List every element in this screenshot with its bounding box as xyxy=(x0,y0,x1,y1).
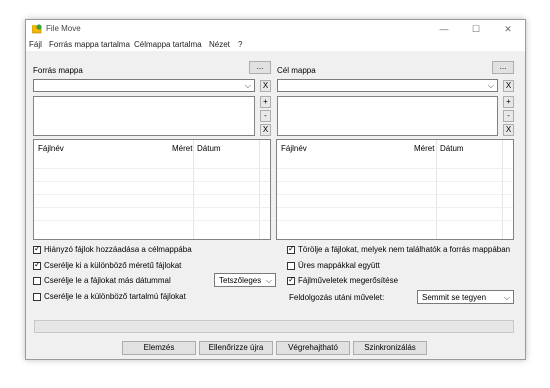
source-add-button[interactable]: + xyxy=(260,96,271,108)
sync-button[interactable]: Szinkronizálás xyxy=(353,341,427,355)
row-line xyxy=(34,181,270,182)
source-file-list[interactable]: Fájlnév Méret Dátum xyxy=(33,139,271,240)
target-column-name[interactable]: Fájlnév xyxy=(281,144,307,153)
menu-view[interactable]: Nézet xyxy=(209,40,230,49)
target-browse-button[interactable]: ... xyxy=(492,61,514,74)
target-folder-list[interactable] xyxy=(277,96,498,136)
date-mode-select[interactable]: Tetszőleges ⌵ xyxy=(214,273,276,287)
row-line xyxy=(277,207,513,208)
maximize-button[interactable]: ☐ xyxy=(464,22,488,36)
target-add-button[interactable]: + xyxy=(503,96,514,108)
target-path-combo[interactable]: ⌵ xyxy=(277,79,498,92)
target-column-size[interactable]: Méret xyxy=(414,144,434,153)
option-replace-different-date[interactable]: Cserélje le a fájlokat más dátummal xyxy=(33,276,171,285)
source-column-date[interactable]: Dátum xyxy=(197,144,221,153)
option-replace-different-content[interactable]: Cserélje le a különböző tartalmú fájloka… xyxy=(33,292,186,301)
chevron-down-icon: ⌵ xyxy=(244,81,251,90)
checkbox[interactable]: ✓ xyxy=(33,243,41,254)
option-label: Hiányzó fájlok hozzáadása a célmappába xyxy=(44,245,192,254)
target-column-date[interactable]: Dátum xyxy=(440,144,464,153)
checkbox[interactable]: ✓ xyxy=(287,243,295,254)
source-column-size[interactable]: Méret xyxy=(172,144,192,153)
option-add-missing-files[interactable]: ✓ Hiányzó fájlok hozzáadása a célmappába xyxy=(33,243,192,254)
checkbox[interactable]: ✓ xyxy=(33,259,41,270)
row-line xyxy=(34,220,270,221)
target-folder-label: Cél mappa xyxy=(277,66,316,75)
column-divider xyxy=(259,140,260,239)
row-line xyxy=(277,220,513,221)
file-move-window: File Move — ☐ ✕ Fájl Forrás mappa tartal… xyxy=(25,19,526,360)
option-replace-different-size[interactable]: ✓ Cserélje ki a különböző méretű fájloka… xyxy=(33,259,182,270)
option-label: Üres mappákkal együtt xyxy=(298,261,380,270)
target-file-list[interactable]: Fájlnév Méret Dátum xyxy=(276,139,514,240)
source-browse-button[interactable]: ... xyxy=(249,61,271,74)
option-label: Cserélje ki a különböző méretű fájlokat xyxy=(44,261,182,270)
option-include-empty-folders[interactable]: Üres mappákkal együtt xyxy=(287,261,380,270)
menu-help[interactable]: ? xyxy=(238,40,242,49)
chevron-down-icon: ⌵ xyxy=(265,276,272,285)
menu-bar: Fájl Forrás mappa tartalma Célmappa tart… xyxy=(26,38,525,51)
target-clear-path-button[interactable]: X xyxy=(503,80,514,92)
source-clear-path-button[interactable]: X xyxy=(260,80,271,92)
row-line xyxy=(277,181,513,182)
checkbox[interactable]: ✓ xyxy=(287,274,295,285)
option-label: Cserélje le a fájlokat más dátummal xyxy=(44,276,171,285)
check-icon: ✓ xyxy=(34,243,41,253)
checkbox[interactable] xyxy=(33,276,41,285)
source-clear-list-button[interactable]: X xyxy=(260,124,271,136)
title-bar: File Move — ☐ ✕ xyxy=(26,20,525,38)
source-folder-list[interactable] xyxy=(33,96,255,136)
column-divider xyxy=(436,140,437,239)
row-line xyxy=(34,207,270,208)
checkbox[interactable] xyxy=(33,292,41,301)
row-line xyxy=(34,168,270,169)
close-button[interactable]: ✕ xyxy=(496,22,520,36)
analyze-button[interactable]: Elemzés xyxy=(122,341,196,355)
minimize-button[interactable]: — xyxy=(432,22,456,36)
status-bar xyxy=(34,320,514,333)
option-confirm-file-operations[interactable]: ✓ Fájlműveletek megerősítése xyxy=(287,274,399,285)
menu-source-folder-content[interactable]: Forrás mappa tartalma xyxy=(49,40,130,49)
post-action-select[interactable]: Semmit se tegyen ⌵ xyxy=(417,290,514,304)
chevron-down-icon: ⌵ xyxy=(487,81,494,90)
recheck-button[interactable]: Ellenőrizze újra xyxy=(199,341,273,355)
menu-file[interactable]: Fájl xyxy=(29,40,42,49)
column-divider xyxy=(193,140,194,239)
source-column-name[interactable]: Fájlnév xyxy=(38,144,64,153)
check-icon: ✓ xyxy=(288,243,295,253)
option-delete-missing-in-source[interactable]: ✓ Törölje a fájlokat, melyek nem találha… xyxy=(287,243,511,254)
window-title: File Move xyxy=(46,24,81,33)
chevron-down-icon: ⌵ xyxy=(503,293,510,302)
execute-button[interactable]: Végrehajtható xyxy=(276,341,350,355)
option-label: Cserélje le a különböző tartalmú fájloka… xyxy=(44,292,186,301)
post-action-label: Feldolgozás utáni művelet: xyxy=(289,293,385,302)
menu-target-folder-content[interactable]: Célmappa tartalma xyxy=(134,40,202,49)
target-remove-button[interactable]: - xyxy=(503,110,514,122)
date-mode-value: Tetszőleges xyxy=(219,276,262,285)
source-folder-label: Forrás mappa xyxy=(33,66,83,75)
check-icon: ✓ xyxy=(34,259,41,269)
check-icon: ✓ xyxy=(288,274,295,284)
folder-move-icon xyxy=(32,24,42,34)
row-line xyxy=(277,168,513,169)
row-line xyxy=(277,194,513,195)
option-label: Fájlműveletek megerősítése xyxy=(298,276,399,285)
column-divider xyxy=(502,140,503,239)
post-action-value: Semmit se tegyen xyxy=(422,293,487,302)
source-remove-button[interactable]: - xyxy=(260,110,271,122)
row-line xyxy=(34,194,270,195)
target-clear-list-button[interactable]: X xyxy=(503,124,514,136)
option-label: Törölje a fájlokat, melyek nem található… xyxy=(298,245,511,254)
source-path-combo[interactable]: ⌵ xyxy=(33,79,255,92)
checkbox[interactable] xyxy=(287,261,295,270)
